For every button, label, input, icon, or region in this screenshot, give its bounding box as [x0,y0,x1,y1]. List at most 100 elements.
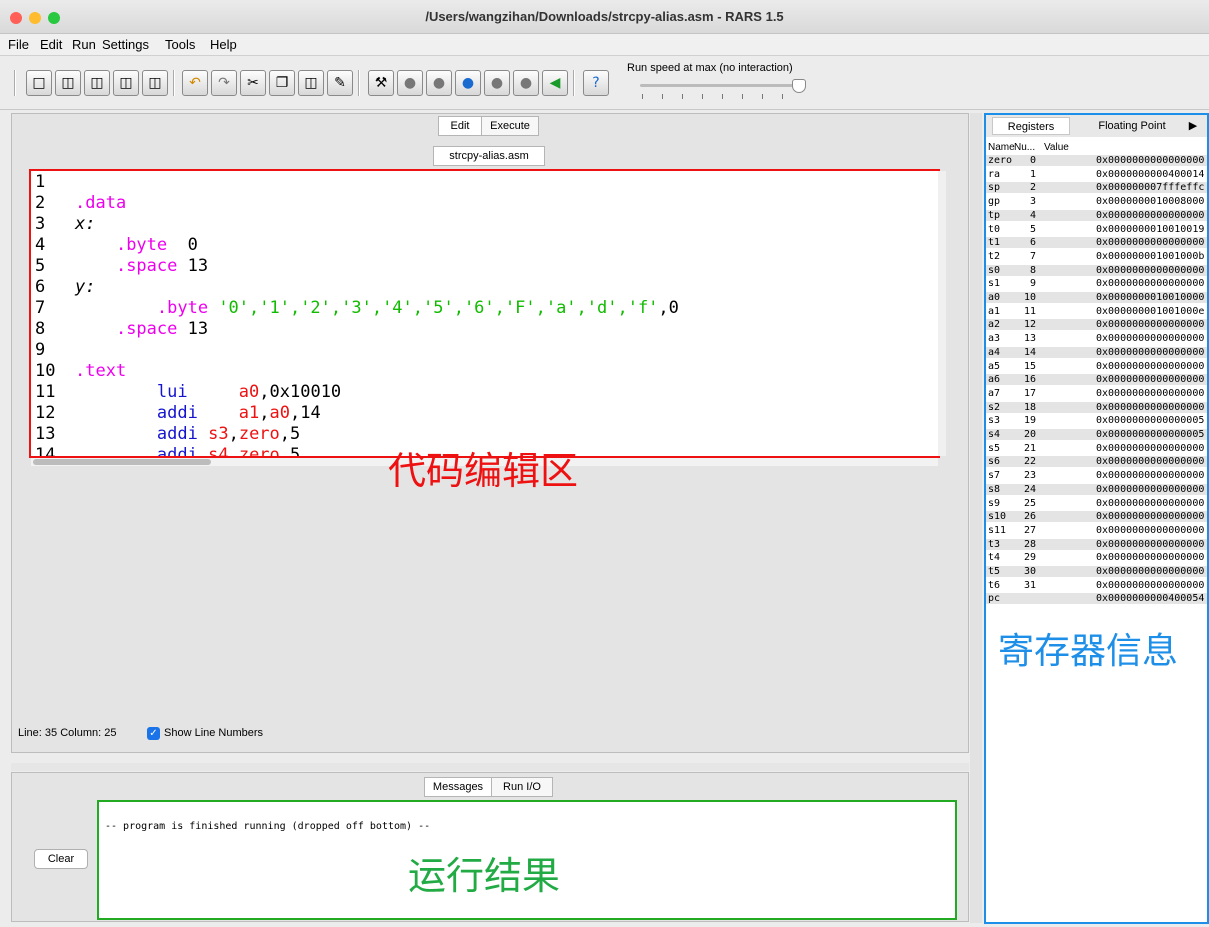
code-line[interactable]: 8 .space 13 [31,319,208,340]
tab-messages[interactable]: Messages [424,777,492,797]
register-row[interactable]: t0 5 0x0000000010010019 [986,224,1207,235]
register-row[interactable]: a5 15 0x0000000000000000 [986,361,1207,372]
register-row[interactable]: zero 0 0x0000000000000000 [986,155,1207,166]
register-row[interactable]: s11 27 0x0000000000000000 [986,525,1207,536]
tab-edit[interactable]: Edit [438,116,482,136]
register-row[interactable]: a3 13 0x0000000000000000 [986,333,1207,344]
tab-scroll-right-icon[interactable]: ▶ [1184,117,1202,135]
menu-tools[interactable]: Tools [165,37,195,52]
register-row[interactable]: s4 20 0x0000000000000005 [986,429,1207,440]
assemble-icon[interactable]: ⚒ [368,70,394,96]
show-line-numbers-checkbox[interactable]: ✓ [147,727,160,740]
register-row[interactable]: s8 24 0x0000000000000000 [986,483,1207,495]
code-line[interactable]: 14 addi s4,zero,5 [31,445,300,456]
code-line[interactable]: 7 .byte '0','1','2','3','4','5','6','F',… [31,298,679,319]
code-line[interactable]: 9 [31,340,75,361]
register-row[interactable]: s2 18 0x0000000000000000 [986,401,1207,413]
tab-registers[interactable]: Registers [992,117,1070,135]
register-value: 0x0000000000000000 [1096,497,1205,509]
editor-vertical-scrollbar[interactable] [938,171,946,456]
stop-icon[interactable]: ● [513,70,539,96]
code-line[interactable]: 4 .byte 0 [31,235,198,256]
code-line[interactable]: 5 .space 13 [31,256,208,277]
register-row[interactable]: gp 3 0x0000000010008000 [986,196,1207,207]
register-name: a6 [988,374,1001,386]
line-number: 7 [35,298,46,318]
register-name: s7 [988,470,1001,482]
register-row[interactable]: a6 16 0x0000000000000000 [986,374,1207,386]
save-icon[interactable]: ◫ [84,70,110,96]
slider-tick [762,94,763,99]
open-file-icon[interactable]: ◫ [55,70,81,96]
register-row[interactable]: t1 6 0x0000000000000000 [986,237,1207,249]
step-icon[interactable]: ● [426,70,452,96]
register-row[interactable]: ra 1 0x0000000000400014 [986,169,1207,180]
menu-settings[interactable]: Settings [102,37,149,52]
code-line[interactable]: 12 addi a1,a0,14 [31,403,321,424]
cut-icon[interactable]: ✂ [240,70,266,96]
run-icon[interactable]: ● [397,70,423,96]
code-line[interactable]: 6 y: [31,277,95,298]
tab-floating-point[interactable]: Floating Point [1082,117,1182,135]
register-row[interactable]: tp 4 0x0000000000000000 [986,209,1207,221]
code-line[interactable]: 10 .text [31,361,126,382]
register-row[interactable]: s3 19 0x0000000000000005 [986,415,1207,426]
register-row[interactable]: t2 7 0x000000001001000b [986,251,1207,262]
register-row[interactable]: s0 8 0x0000000000000000 [986,264,1207,276]
register-name: s8 [988,483,1001,495]
register-row[interactable]: a7 17 0x0000000000000000 [986,388,1207,399]
code-line[interactable]: 11 lui a0,0x10010 [31,382,341,403]
menu-edit[interactable]: Edit [40,37,62,52]
new-file-icon[interactable]: □ [26,70,52,96]
register-row[interactable]: sp 2 0x000000007fffeffc [986,182,1207,194]
clear-button[interactable]: Clear [34,849,88,869]
register-row[interactable]: t4 29 0x0000000000000000 [986,552,1207,563]
code-line[interactable]: 3 x: [31,214,95,235]
editor-horizontal-scroll-thumb[interactable] [33,459,211,465]
register-row[interactable]: t6 31 0x0000000000000000 [986,580,1207,591]
register-number: 7 [1029,250,1036,262]
register-row[interactable]: s6 22 0x0000000000000000 [986,456,1207,468]
register-name: t5 [988,566,1001,577]
register-row[interactable]: pc 0x0000000000400054 [986,593,1207,605]
help-icon[interactable]: ? [583,70,609,96]
code-editor[interactable]: 1 2 .data 3 x: 4 .byte 05 .space 13 6 y: 7 .byte… [29,169,940,458]
run-speed-slider-thumb[interactable] [792,79,806,93]
code-line[interactable]: 2 .data [31,193,126,214]
register-row[interactable]: s9 25 0x0000000000000000 [986,498,1207,509]
register-row[interactable]: a1 11 0x000000001001000e [986,306,1207,317]
register-row[interactable]: s10 26 0x0000000000000000 [986,511,1207,523]
register-value: 0x0000000000000000 [1096,524,1205,536]
reset-icon[interactable]: ◀ [542,70,568,96]
register-row[interactable]: a4 14 0x0000000000000000 [986,346,1207,358]
paste-icon[interactable]: ◫ [298,70,324,96]
code-line[interactable]: 13 addi s3,zero,5 [31,424,300,445]
backstep-icon[interactable]: ● [455,70,481,96]
register-row[interactable]: t5 30 0x0000000000000000 [986,566,1207,577]
menu-help[interactable]: Help [210,37,237,52]
file-tab[interactable]: strcpy-alias.asm [433,146,545,166]
code-line[interactable]: 1 [31,172,75,193]
copy-icon[interactable]: ❐ [269,70,295,96]
menu-file[interactable]: File [8,37,29,52]
redo-icon[interactable]: ↷ [211,70,237,96]
save-as-icon[interactable]: ◫ [113,70,139,96]
register-row[interactable]: t3 28 0x0000000000000000 [986,538,1207,550]
undo-icon[interactable]: ↶ [182,70,208,96]
pane-splitter[interactable] [11,763,969,771]
vertical-splitter[interactable] [970,113,982,923]
menu-run[interactable]: Run [72,37,96,52]
register-row[interactable]: a2 12 0x0000000000000000 [986,319,1207,331]
code-token: ,0 [658,298,679,318]
pause-icon[interactable]: ● [484,70,510,96]
register-number: 14 [1023,346,1036,358]
register-row[interactable]: a0 10 0x0000000010010000 [986,292,1207,303]
run-speed-slider[interactable] [640,84,805,87]
dump-memory-icon[interactable]: ◫ [142,70,168,96]
tab-run-io[interactable]: Run I/O [491,777,553,797]
register-row[interactable]: s7 23 0x0000000000000000 [986,470,1207,481]
register-row[interactable]: s1 9 0x0000000000000000 [986,278,1207,289]
tab-execute[interactable]: Execute [481,116,539,136]
find-replace-icon[interactable]: ✎ [327,70,353,96]
register-row[interactable]: s5 21 0x0000000000000000 [986,443,1207,454]
